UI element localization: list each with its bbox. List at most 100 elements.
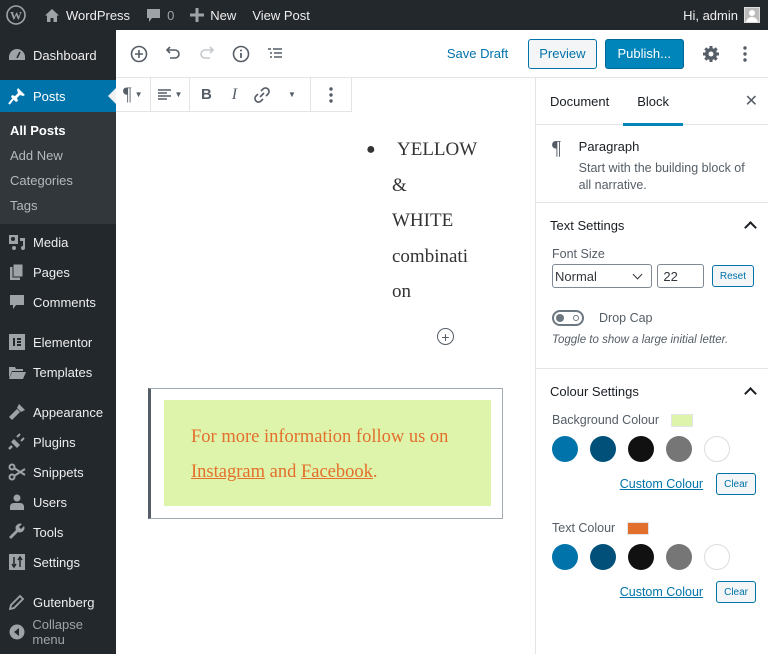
wp-logo-button[interactable]: W	[0, 0, 32, 30]
sidebar-label: Posts	[33, 88, 66, 104]
redo-button[interactable]	[190, 37, 224, 71]
instagram-link[interactable]: Instagram	[191, 462, 265, 482]
sidebar-item-media[interactable]: Media	[0, 227, 116, 257]
drop-cap-label: Drop Cap	[599, 311, 653, 325]
background-colour-palette	[552, 436, 756, 462]
paragraph-content[interactable]: For more information follow us on Instag…	[164, 400, 491, 506]
sidebar-label: Dashboard	[33, 47, 97, 63]
sidebar-item-gutenberg[interactable]: Gutenberg	[0, 587, 116, 617]
view-post-link[interactable]: View Post	[246, 0, 316, 30]
more-vertical-icon	[329, 86, 334, 103]
tab-block[interactable]: Block	[623, 78, 683, 126]
colour-option[interactable]	[628, 436, 654, 462]
colour-option[interactable]	[666, 436, 692, 462]
list-block[interactable]: ● YELLOW & WHITE combinati on	[366, 132, 481, 310]
preview-button[interactable]: Preview	[528, 38, 597, 69]
bold-button[interactable]: B	[194, 79, 218, 111]
text-custom-colour-link[interactable]: Custom Colour	[620, 585, 703, 599]
list-text-line: on	[392, 281, 411, 302]
colour-option[interactable]	[666, 544, 692, 570]
submenu-add-new[interactable]: Add New	[0, 143, 116, 168]
sidebar-item-elementor[interactable]: Elementor	[0, 327, 116, 357]
sidebar-label: Templates	[33, 364, 93, 380]
font-size-select[interactable]: Normal	[552, 264, 653, 288]
font-size-input[interactable]: 22	[657, 264, 704, 288]
submenu-all-posts[interactable]: All Posts	[0, 118, 116, 143]
colour-option[interactable]	[704, 544, 730, 570]
site-name-link[interactable]: WordPress	[38, 0, 136, 30]
sidebar-label: Media	[33, 234, 69, 250]
sidebar-label: Collapse menu	[32, 617, 83, 647]
scissors-icon	[8, 463, 26, 481]
sidebar-item-posts[interactable]: Posts	[0, 80, 116, 112]
italic-button[interactable]: I	[222, 79, 246, 111]
drop-cap-toggle[interactable]	[552, 310, 584, 326]
colour-settings-toggle[interactable]: Colour Settings	[536, 369, 768, 413]
reset-button[interactable]: Reset	[711, 265, 754, 287]
background-custom-colour-link[interactable]: Custom Colour	[620, 477, 703, 491]
panel-title: Colour Settings	[550, 383, 639, 399]
chevron-up-icon	[744, 219, 756, 231]
sidebar-item-settings[interactable]: Settings	[0, 547, 116, 577]
list-view-icon	[268, 47, 282, 58]
selected-paragraph-block[interactable]: For more information follow us on Instag…	[148, 388, 503, 519]
sidebar-item-comments[interactable]: Comments	[0, 287, 116, 317]
more-formats-button[interactable]: ▼	[278, 79, 302, 111]
facebook-link[interactable]: Facebook	[301, 462, 373, 482]
sidebar-item-templates[interactable]: Templates	[0, 357, 116, 387]
tab-document[interactable]: Document	[536, 78, 623, 125]
save-draft-button[interactable]: Save Draft	[439, 46, 516, 61]
collapse-menu-button[interactable]: Collapse menu	[0, 617, 116, 647]
new-content-link[interactable]: New	[184, 0, 242, 30]
list-text-line: combinati	[392, 245, 468, 267]
colour-option[interactable]	[590, 436, 616, 462]
undo-button[interactable]	[156, 37, 190, 71]
pin-icon	[8, 87, 26, 105]
sidebar-item-dashboard[interactable]: Dashboard	[0, 40, 116, 70]
colour-option[interactable]	[552, 436, 578, 462]
more-menu-button[interactable]	[728, 37, 762, 71]
sidebar-item-pages[interactable]: Pages	[0, 257, 116, 287]
text-settings-toggle[interactable]: Text Settings	[536, 203, 768, 247]
info-button[interactable]	[224, 37, 258, 71]
publish-button[interactable]: Publish...	[604, 38, 684, 69]
sidebar-item-tools[interactable]: Tools	[0, 517, 116, 547]
colour-option[interactable]	[704, 436, 730, 462]
sidebar-label: Snippets	[33, 464, 84, 480]
media-icon	[8, 233, 26, 251]
plus-circle-icon	[130, 45, 148, 62]
colour-option[interactable]	[552, 544, 578, 570]
sidebar-item-appearance[interactable]: Appearance	[0, 397, 116, 427]
background-colour-indicator	[671, 413, 694, 427]
italic-icon: I	[231, 85, 238, 103]
paragraph-icon: ¶	[123, 83, 132, 105]
link-button[interactable]	[250, 79, 274, 111]
comments-link[interactable]: 0	[140, 0, 180, 30]
wordpress-logo-icon: W	[6, 5, 26, 25]
background-clear-button[interactable]: Clear	[716, 473, 756, 495]
align-button[interactable]: ▼	[155, 79, 186, 111]
text-clear-button[interactable]: Clear	[716, 581, 756, 603]
paragraph-text: For more information follow us on	[191, 427, 449, 447]
sidebar-item-plugins[interactable]: Plugins	[0, 427, 116, 457]
sidebar-item-users[interactable]: Users	[0, 487, 116, 517]
settings-toggle-button[interactable]	[694, 37, 728, 71]
colour-option[interactable]	[628, 544, 654, 570]
view-post-label: View Post	[252, 7, 310, 23]
submenu-categories[interactable]: Categories	[0, 168, 116, 193]
my-account[interactable]: Hi, admin	[683, 7, 768, 23]
block-options-button[interactable]	[319, 79, 343, 111]
list-text-line: WHITE	[392, 210, 454, 231]
sidebar-label: Appearance	[33, 404, 104, 420]
undo-icon	[165, 45, 180, 59]
block-switcher-button[interactable]: ¶ ▼	[120, 79, 146, 111]
add-block-button[interactable]	[122, 37, 156, 71]
sidebar-item-snippets[interactable]: Snippets	[0, 457, 116, 487]
elementor-icon	[8, 333, 26, 351]
comments-count: 0	[167, 7, 175, 23]
close-icon[interactable]: ✕	[745, 91, 758, 111]
colour-option[interactable]	[590, 544, 616, 570]
submenu-tags[interactable]: Tags	[0, 193, 116, 218]
block-navigation-button[interactable]	[258, 37, 292, 71]
inline-add-block-button[interactable]: +	[437, 328, 454, 345]
